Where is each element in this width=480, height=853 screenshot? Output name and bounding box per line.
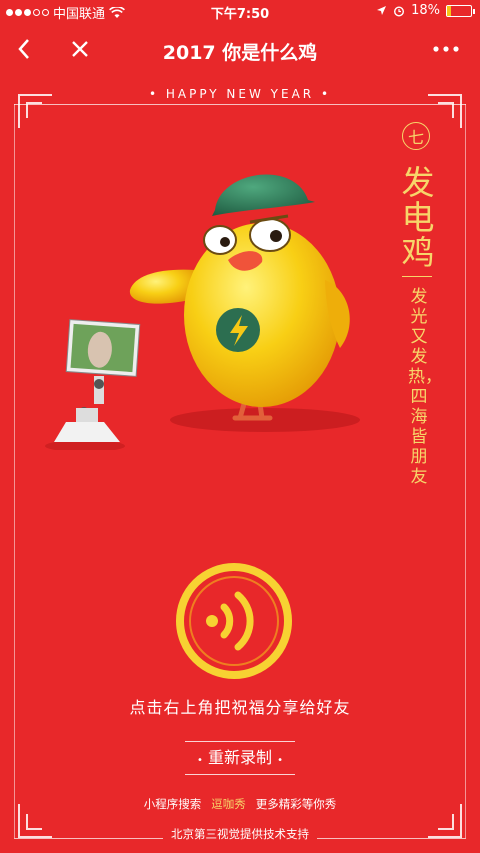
- rerecord-button[interactable]: • 重新录制 •: [185, 741, 295, 775]
- frame-left-line: [14, 104, 15, 838]
- happy-new-year-banner: HAPPY NEW YEAR: [165, 87, 315, 101]
- blessing-text: 发光又发热，四海皆朋友: [408, 287, 442, 487]
- chick-pointing-wing: [129, 269, 195, 304]
- helmet: [212, 174, 315, 216]
- frame-right-line: [465, 104, 466, 838]
- frame-top-line: [14, 104, 466, 105]
- navigation-bar: 2017 你是什么鸡: [0, 22, 480, 76]
- mini-program-link[interactable]: 逗咖秀: [211, 797, 246, 811]
- seal-icon: 七: [402, 122, 430, 150]
- location-arrow-icon: [377, 6, 387, 15]
- credit-row: 北京第三视觉提供技术支持: [0, 826, 480, 842]
- photo-stand: [54, 319, 141, 442]
- more-button[interactable]: [430, 34, 462, 64]
- rerecord-label: 重新录制: [207, 748, 272, 767]
- mini-program-line: 小程序搜索 逗咖秀 更多精彩等你秀: [0, 796, 480, 812]
- mini-search-text: 小程序搜索: [143, 797, 202, 811]
- chick-type-title: 发电鸡: [401, 163, 435, 272]
- mini-more-text: 更多精彩等你秀: [255, 797, 337, 811]
- share-hint: 点击右上角把祝福分享给好友: [129, 698, 351, 717]
- alarm-icon: [394, 5, 405, 17]
- status-right: 18%: [376, 3, 475, 18]
- banner-row: • HAPPY NEW YEAR •: [0, 87, 480, 101]
- chick-illustration: [45, 174, 360, 450]
- battery-percent: 18%: [411, 3, 440, 18]
- title-divider: [402, 276, 432, 277]
- tech-credit: 北京第三视觉提供技术支持: [163, 827, 317, 841]
- status-bar: 中国联通 下午7:50 18%: [0, 0, 480, 22]
- page-title: 2017 你是什么鸡: [162, 42, 318, 64]
- more-icon: [433, 46, 459, 52]
- sound-wave-icon: [176, 563, 292, 679]
- battery-icon: [446, 4, 475, 17]
- voice-play-button[interactable]: [174, 561, 294, 681]
